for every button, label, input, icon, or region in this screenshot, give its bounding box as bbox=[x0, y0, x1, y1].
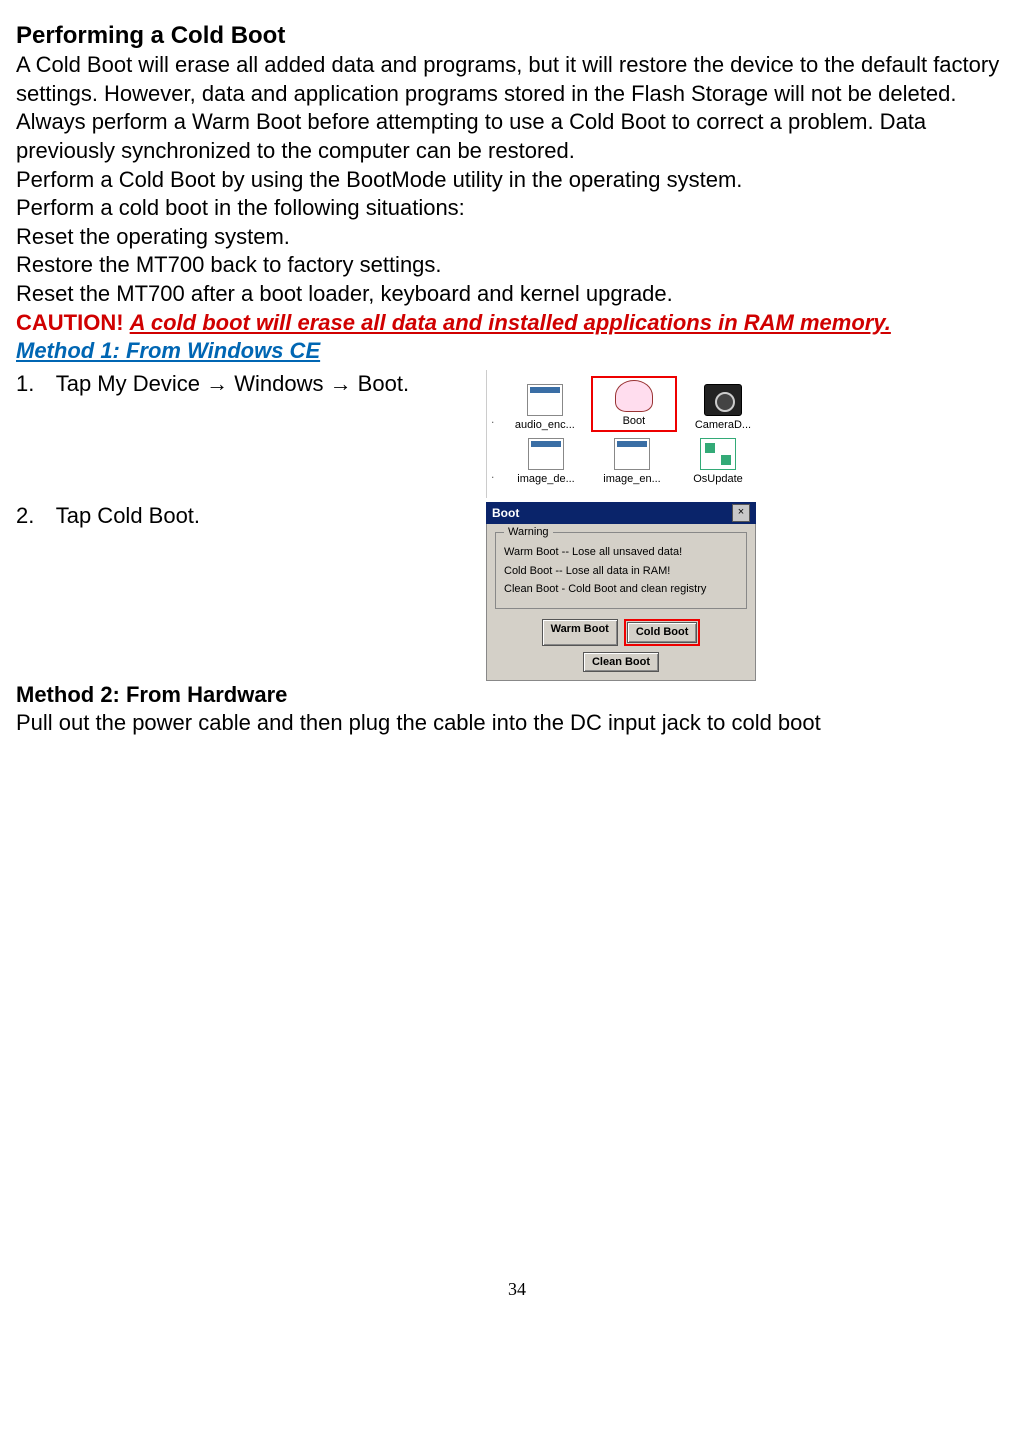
step-1-row: 1. Tap My Device → Windows → Boot. . aud… bbox=[16, 370, 1018, 499]
paragraph-intro: A Cold Boot will erase all added data an… bbox=[16, 51, 1018, 108]
paragraph-advice: Always perform a Warm Boot before attemp… bbox=[16, 108, 1018, 165]
icon-label-image-en: image_en... bbox=[603, 472, 660, 486]
icon-label-boot: Boot bbox=[623, 414, 646, 428]
caution-line: CAUTION! A cold boot will erase all data… bbox=[16, 309, 1018, 338]
dialog-title-text: Boot bbox=[492, 506, 519, 522]
dialog-titlebar: Boot × bbox=[486, 502, 756, 524]
window-icon bbox=[614, 438, 650, 470]
situation-2: Restore the MT700 back to factory settin… bbox=[16, 251, 1018, 280]
network-icon bbox=[700, 438, 736, 470]
warning-line-3: Clean Boot - Cold Boot and clean registr… bbox=[504, 582, 738, 596]
situation-3: Reset the MT700 after a boot loader, key… bbox=[16, 280, 1018, 309]
camera-icon bbox=[704, 384, 742, 416]
paragraph-how: Perform a Cold Boot by using the BootMod… bbox=[16, 166, 1018, 195]
boot-icon-highlight: Boot bbox=[591, 376, 677, 432]
cold-boot-highlight: Cold Boot bbox=[624, 619, 701, 645]
warm-boot-button[interactable]: Warm Boot bbox=[542, 619, 618, 645]
step-2-number: 2. bbox=[16, 502, 50, 531]
icon-label-audio: audio_enc... bbox=[515, 418, 575, 432]
icon-label-osupdate: OsUpdate bbox=[693, 472, 743, 486]
icon-label-camerad: CameraD... bbox=[695, 418, 751, 432]
close-icon[interactable]: × bbox=[732, 504, 750, 522]
dialog-body: Warning Warm Boot -- Lose all unsaved da… bbox=[486, 524, 756, 680]
step-1-number: 1. bbox=[16, 370, 50, 399]
cold-boot-button[interactable]: Cold Boot bbox=[627, 622, 698, 642]
hand-icon bbox=[615, 380, 653, 412]
caution-label: CAUTION! bbox=[16, 310, 124, 335]
window-icon bbox=[528, 438, 564, 470]
icon-audio-enc[interactable]: audio_enc... bbox=[507, 384, 583, 432]
step-1-text: 1. Tap My Device → Windows → Boot. bbox=[16, 370, 486, 399]
method1-title: Method 1: From Windows CE bbox=[16, 337, 1018, 366]
icon-label-image-de: image_de... bbox=[517, 472, 574, 486]
clean-boot-button[interactable]: Clean Boot bbox=[583, 652, 659, 672]
warning-line-1: Warm Boot -- Lose all unsaved data! bbox=[504, 545, 738, 559]
window-icon bbox=[527, 384, 563, 416]
icon-image-en[interactable]: image_en... bbox=[593, 438, 671, 486]
fieldset-legend: Warning bbox=[504, 525, 553, 539]
warning-fieldset: Warning Warm Boot -- Lose all unsaved da… bbox=[495, 532, 747, 609]
step-1-instruction: Tap My Device → Windows → Boot. bbox=[56, 371, 409, 396]
method2-text: Pull out the power cable and then plug t… bbox=[16, 709, 1018, 738]
step-2-row: 2. Tap Cold Boot. Boot × Warning Warm Bo… bbox=[16, 502, 1018, 680]
figure-file-browser: . audio_enc... Boot CameraD... . image_d… bbox=[486, 370, 765, 499]
situation-1: Reset the operating system. bbox=[16, 223, 1018, 252]
paragraph-when-intro: Perform a cold boot in the following sit… bbox=[16, 194, 1018, 223]
page-number: 34 bbox=[16, 1278, 1018, 1301]
icon-image-de[interactable]: image_de... bbox=[507, 438, 585, 486]
dialog-button-row-2: Clean Boot bbox=[495, 652, 747, 672]
ellipsis-dot: . bbox=[491, 467, 499, 487]
section-title: Performing a Cold Boot bbox=[16, 20, 1018, 51]
ellipsis-dot: . bbox=[491, 412, 499, 432]
method2-title: Method 2: From Hardware bbox=[16, 681, 1018, 710]
icon-osupdate[interactable]: OsUpdate bbox=[679, 438, 757, 486]
icon-camerad[interactable]: CameraD... bbox=[685, 384, 761, 432]
dialog-button-row-1: Warm Boot Cold Boot bbox=[495, 619, 747, 645]
warning-line-2: Cold Boot -- Lose all data in RAM! bbox=[504, 564, 738, 578]
figure-boot-dialog: Boot × Warning Warm Boot -- Lose all uns… bbox=[486, 502, 756, 680]
step-2-text: 2. Tap Cold Boot. bbox=[16, 502, 486, 531]
caution-text: A cold boot will erase all data and inst… bbox=[130, 310, 891, 335]
icon-boot[interactable]: Boot bbox=[595, 380, 673, 428]
step-2-instruction: Tap Cold Boot. bbox=[56, 503, 200, 528]
